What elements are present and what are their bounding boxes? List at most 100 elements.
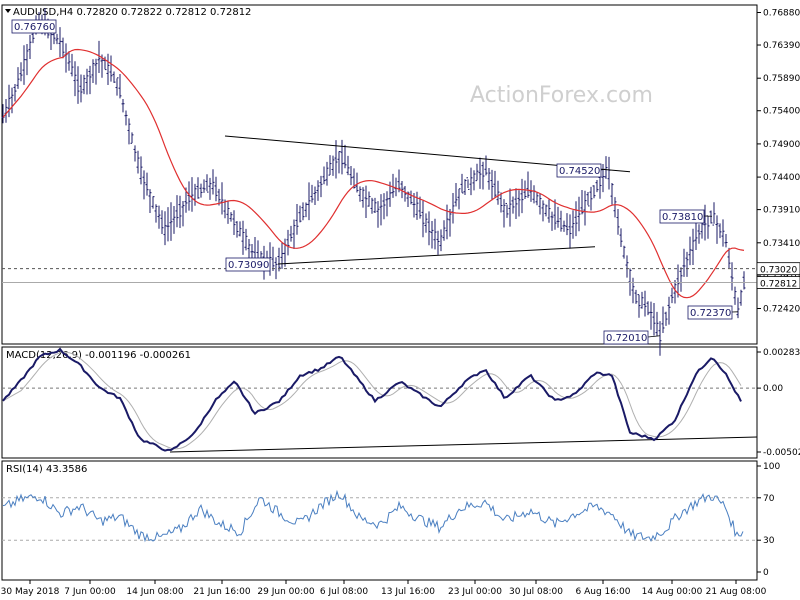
price-bar	[589, 186, 593, 211]
price-bar	[577, 196, 581, 232]
price-bar	[448, 208, 452, 237]
price-bar	[658, 321, 662, 356]
macd-tick-2: -0.005021	[763, 448, 800, 458]
price-bar	[355, 172, 359, 193]
price-bar	[622, 245, 626, 259]
price-bar	[70, 53, 74, 77]
x-tick-2: 14 Jun 08:00	[126, 587, 183, 597]
panel-frame-1	[1, 346, 758, 459]
macd-header: MACD(12,26,9) -0.001196 -0.000261	[6, 350, 191, 361]
price-bar	[208, 177, 212, 200]
price-bar	[694, 221, 698, 251]
header-arrow-icon	[5, 9, 11, 13]
price-bar	[28, 34, 32, 59]
price-bar	[325, 161, 329, 186]
price-bar	[481, 161, 485, 190]
price-header: AUDUSD,H4 0.72820 0.72822 0.72812 0.7281…	[13, 7, 251, 18]
price-bar	[364, 185, 368, 218]
price-bar	[433, 218, 437, 250]
price-bar	[157, 205, 161, 229]
price-bar	[328, 155, 332, 176]
forex-chart: ActionForex.com AUDUSD,H4 0.72820 0.72822…	[0, 0, 800, 600]
price-bar	[712, 202, 716, 226]
price-tick-2: 0.75890	[763, 74, 800, 84]
callout-label-1: 0.73090	[228, 260, 269, 271]
price-bar	[508, 188, 512, 227]
price-bar	[655, 311, 659, 337]
price-bar	[610, 183, 614, 205]
price-bar	[565, 213, 569, 236]
price-bar	[574, 201, 578, 237]
price-bar	[643, 290, 647, 317]
price-bar	[733, 286, 737, 305]
x-tick-3: 21 Jun 16:00	[193, 587, 250, 597]
price-bar	[4, 98, 8, 123]
price-bar	[487, 167, 491, 190]
price-bar	[367, 191, 371, 207]
price-bar	[472, 170, 476, 191]
price-bar	[385, 191, 389, 217]
price-bar	[568, 214, 572, 249]
price-bar	[94, 58, 98, 85]
price-bar	[370, 197, 374, 214]
price-bar	[583, 190, 587, 226]
price-bar	[121, 98, 125, 113]
price-bar	[109, 55, 113, 82]
price-bar	[466, 177, 470, 190]
price-bar	[631, 277, 635, 304]
price-bar	[421, 200, 425, 238]
x-tick-11: 21 Aug 08:00	[706, 587, 767, 597]
price-bar	[91, 59, 95, 83]
price-bar	[640, 291, 644, 309]
price-bar	[469, 167, 473, 196]
price-bar	[409, 190, 413, 205]
price-bar	[361, 187, 365, 208]
price-bar	[67, 51, 71, 71]
price-bar	[319, 175, 323, 198]
price-bar	[697, 224, 701, 244]
price-bar	[520, 178, 524, 214]
rsi-tick-0: 100	[763, 462, 780, 472]
price-bar	[427, 211, 431, 246]
price-bar	[634, 289, 638, 304]
price-bar	[415, 191, 419, 220]
price-bar	[202, 179, 206, 193]
price-bar	[553, 199, 557, 230]
price-bar	[556, 206, 560, 228]
price-bar	[226, 200, 230, 224]
price-bar	[304, 202, 308, 218]
macd-trendline	[169, 436, 758, 453]
price-bar	[160, 210, 164, 234]
price-bar	[394, 177, 398, 197]
price-bar	[211, 169, 215, 195]
price-bar	[511, 196, 515, 214]
price-bar	[502, 199, 506, 228]
price-bar	[544, 204, 548, 217]
price-bar	[181, 201, 185, 227]
price-bar	[289, 225, 293, 242]
price-bar	[307, 182, 311, 221]
price-bar	[76, 66, 80, 104]
price-bar	[403, 186, 407, 202]
price-bar	[82, 74, 86, 95]
rsi-tick-1: 70	[763, 494, 775, 504]
price-bar	[430, 221, 434, 249]
callout-label-0: 0.76760	[14, 22, 55, 33]
macd-tick-1: 0.00	[763, 384, 783, 394]
price-bar	[475, 163, 479, 182]
x-tick-6: 13 Jul 16:00	[381, 587, 435, 597]
price-bar	[532, 185, 536, 204]
price-bar	[118, 74, 122, 99]
price-bar	[88, 65, 92, 95]
price-bar	[688, 236, 692, 266]
price-bar	[310, 184, 314, 203]
price-bar	[571, 210, 575, 239]
price-bar	[538, 193, 542, 215]
price-bar	[424, 213, 428, 233]
rsi-header: RSI(14) 43.3586	[6, 464, 87, 475]
macd-line	[2, 347, 742, 452]
price-bar	[235, 221, 239, 238]
price-bar	[721, 219, 725, 247]
x-tick-0: 30 May 2018	[1, 587, 60, 597]
price-bar	[298, 205, 302, 223]
